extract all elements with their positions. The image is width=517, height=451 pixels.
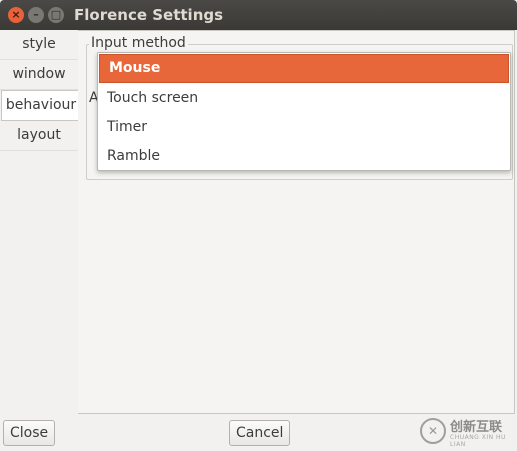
tab-behaviour[interactable]: behaviour [1,90,80,121]
watermark: ✕ 创新互联 CHUANG XIN HU LIAN [416,411,517,451]
minimize-window-icon[interactable]: – [28,7,44,23]
option-timer[interactable]: Timer [98,113,510,142]
logo-icon: ✕ [420,418,446,444]
maximize-window-icon[interactable]: □ [48,7,64,23]
option-touch-screen[interactable]: Touch screen [98,84,510,113]
option-ramble[interactable]: Ramble [98,142,510,171]
input-method-dropdown[interactable]: Mouse Touch screen Timer Ramble [97,52,511,171]
watermark-text: 创新互联 [450,420,503,435]
tab-style[interactable]: style [0,30,78,60]
title-bar: × – □ Florence Settings [0,0,517,30]
cancel-button[interactable]: Cancel [229,420,291,446]
close-window-icon[interactable]: × [8,7,24,23]
close-button[interactable]: Close [3,420,56,446]
option-mouse[interactable]: Mouse [99,54,509,83]
watermark-subtext: CHUANG XIN HU LIAN [450,434,506,448]
input-method-label: Input method [89,35,188,51]
tab-layout[interactable]: layout [0,121,78,151]
window-title: Florence Settings [74,6,224,24]
tab-window[interactable]: window [0,60,78,90]
settings-tabs: style window behaviour layout [0,30,80,414]
